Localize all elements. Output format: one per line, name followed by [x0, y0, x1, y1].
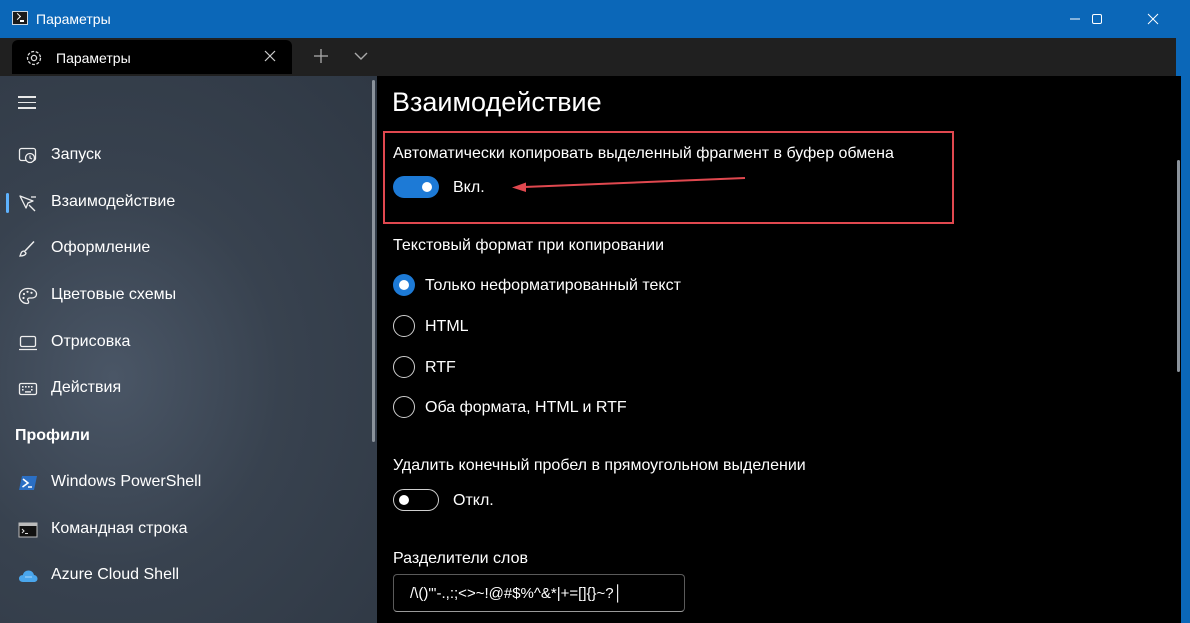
word-delimiters-input[interactable]: /\()"'-.,:;<>~!@#$%^&*|+=[]{}~?│ — [393, 574, 685, 612]
radio-plain-text[interactable] — [393, 274, 415, 296]
word-delimiters-label: Разделители слов — [393, 550, 528, 567]
radio-both-formats-label[interactable]: Оба формата, HTML и RTF — [425, 399, 627, 417]
radio-html[interactable] — [393, 315, 415, 337]
trim-block-selection-label: Удалить конечный пробел в прямоугольном … — [393, 457, 806, 474]
trim-block-selection-toggle[interactable] — [393, 489, 439, 511]
annotation-arrow — [512, 177, 746, 192]
word-delimiters-value: /\()"'-.,:;<>~!@#$%^&*|+=[]{}~?│ — [410, 585, 624, 602]
radio-both-formats[interactable] — [393, 396, 415, 418]
radio-rtf-label[interactable]: RTF — [425, 359, 456, 377]
copy-format-label: Текстовый формат при копировании — [393, 237, 665, 254]
radio-html-label[interactable]: HTML — [425, 318, 469, 336]
trim-block-selection-state: Откл. — [453, 492, 494, 509]
radio-rtf[interactable] — [393, 356, 415, 378]
radio-plain-text-label[interactable]: Только неформатированный текст — [425, 277, 681, 295]
